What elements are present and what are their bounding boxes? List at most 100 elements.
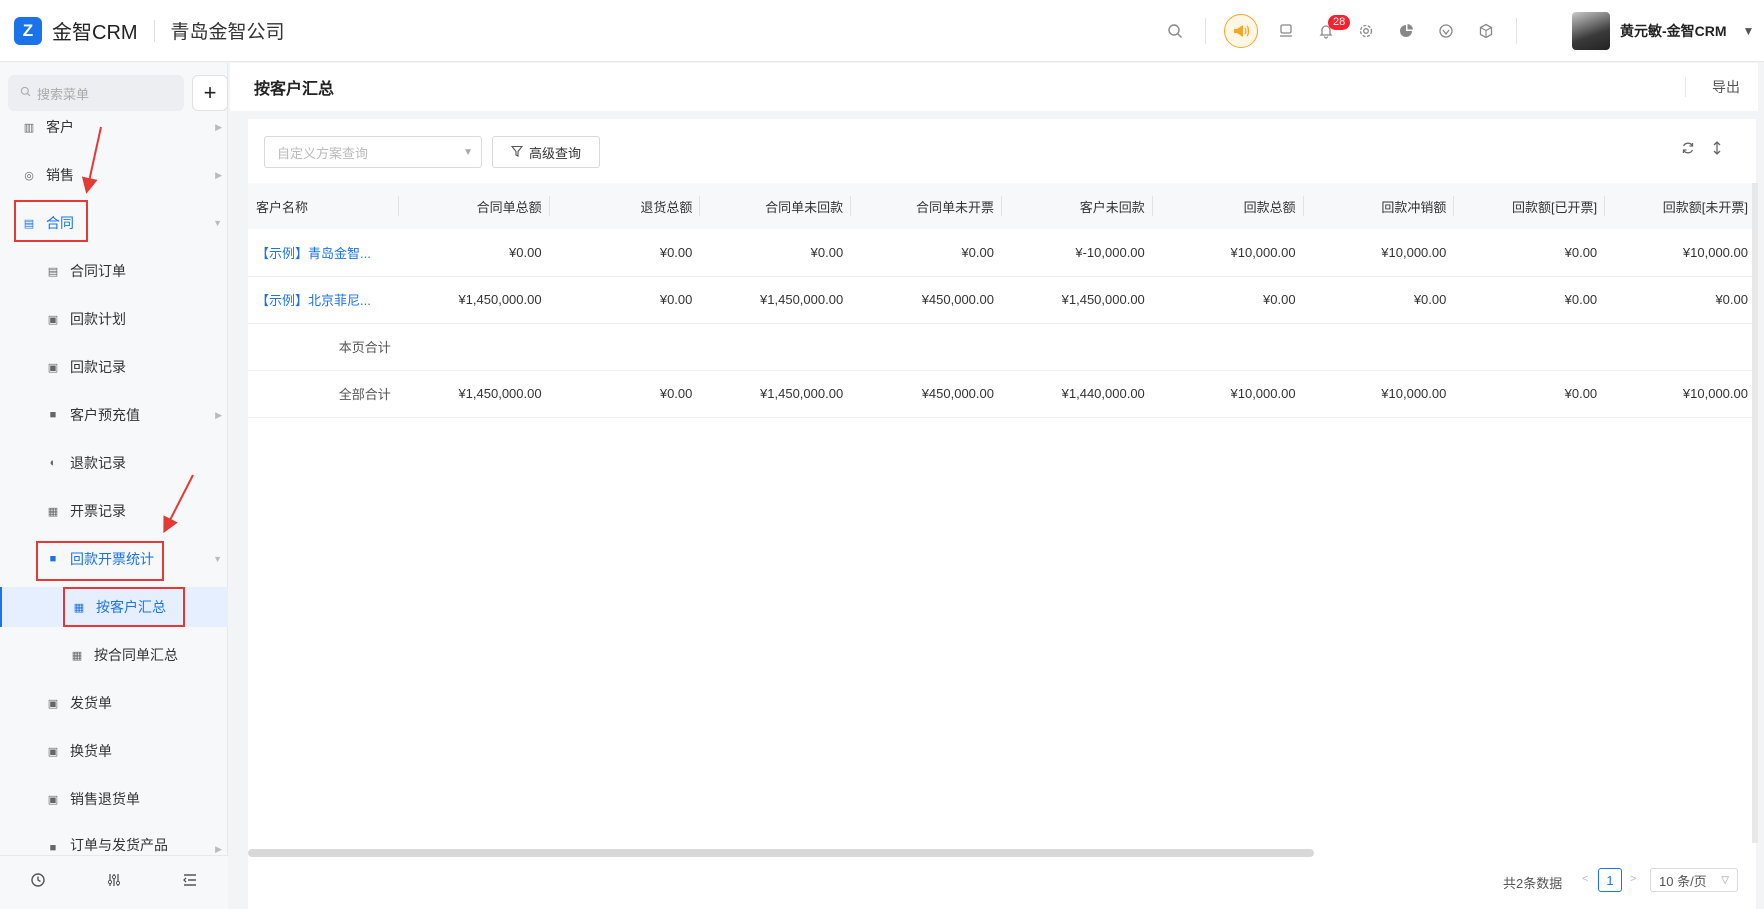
total-cell: ¥1,450,000.00 <box>398 370 550 418</box>
sliders-icon[interactable] <box>106 872 122 893</box>
total-cell: ¥10,000.00 <box>1303 370 1455 418</box>
advanced-search-button[interactable]: 高级查询 <box>492 136 600 168</box>
chevron-down-icon: ▽ <box>1721 874 1729 886</box>
total-cell: ¥1,440,000.00 <box>1001 370 1153 418</box>
column-header[interactable]: 客户名称 <box>248 183 399 229</box>
icon-divider <box>1205 18 1206 44</box>
sidebar-item-exchange[interactable]: ▣ 换货单 <box>0 731 228 771</box>
sidebar-item-label: 按合同单汇总 <box>94 647 178 663</box>
sidebar-item-prepaid[interactable]: ■ 客户预充值 ▶ <box>0 395 228 435</box>
table-cell: ¥0.00 <box>700 229 852 277</box>
menu-search-input[interactable]: 搜索菜单 <box>8 75 184 111</box>
box-icon: ▣ <box>47 793 59 806</box>
sidebar-item-sales[interactable]: ◎ 销售 ▶ <box>0 155 228 195</box>
receipt-icon: ▦ <box>47 505 59 518</box>
avatar[interactable] <box>1572 12 1610 50</box>
document-icon: ▤ <box>47 265 59 278</box>
table-cell: ¥0.00 <box>549 229 701 277</box>
column-header[interactable]: 回款冲销额 <box>1303 183 1455 229</box>
column-header[interactable]: 合同单总额 <box>398 183 550 229</box>
sidebar-item-invoice[interactable]: ▦ 开票记录 <box>0 491 228 531</box>
scheme-select[interactable]: 自定义方案查询 ▼ <box>264 136 482 168</box>
export-button[interactable]: 导出 <box>1685 77 1740 97</box>
page-total-row: 本页合计 <box>248 323 1756 371</box>
broadcast-icon[interactable] <box>1224 14 1258 48</box>
total-count: 共2条数据 <box>1503 876 1563 891</box>
column-header[interactable]: 合同单未开票 <box>851 183 1002 229</box>
search-icon <box>20 86 31 100</box>
title-divider <box>153 19 155 42</box>
sidebar-item-label: 合同订单 <box>70 263 126 279</box>
filter-toolbar: 自定义方案查询 ▼ 高级查询 <box>248 119 1756 183</box>
sidebar-item-label: 回款计划 <box>70 311 126 327</box>
caret-down-icon: ▼ <box>463 146 473 158</box>
page-number-button[interactable]: 1 <box>1598 868 1622 892</box>
column-header[interactable]: 退货总额 <box>549 183 701 229</box>
company-name: 青岛金智公司 <box>170 22 285 43</box>
history-icon[interactable] <box>30 872 46 893</box>
total-cell: ¥10,000.00 <box>1605 370 1756 418</box>
sidebar-item-refund[interactable]: ◐ 退款记录 <box>0 443 228 483</box>
table-cell: ¥0.00 <box>1303 276 1455 324</box>
next-page-icon[interactable]: > <box>1630 873 1636 885</box>
coin-icon: ◎ <box>24 169 34 182</box>
sidebar-item-by-contract[interactable]: ▦ 按合同单汇总 <box>0 635 228 675</box>
approval-icon[interactable] <box>1266 11 1306 51</box>
column-header[interactable]: 回款额[未开票] <box>1605 183 1756 229</box>
sidebar-item-delivery[interactable]: ▣ 发货单 <box>0 683 228 723</box>
shield-icon[interactable] <box>1426 11 1466 51</box>
annotation-box-contract <box>14 200 88 242</box>
page-header: 按客户汇总 导出 <box>230 63 1758 111</box>
user-menu[interactable]: 黄元敏-金智CRM ▼ <box>1572 12 1754 50</box>
all-total-row: 全部合计 ¥1,450,000.00 ¥0.00 ¥1,450,000.00 ¥… <box>248 370 1756 418</box>
wallet-icon: ▣ <box>47 361 59 374</box>
table-cell: ¥1,450,000.00 <box>398 276 550 324</box>
page-size-select[interactable]: 10 条/页 ▽ <box>1650 868 1738 892</box>
table-cell: ¥1,450,000.00 <box>700 276 852 324</box>
cube-icon[interactable] <box>1466 11 1506 51</box>
sidebar-item-label: 订单与发货产品 <box>70 837 168 853</box>
column-header[interactable]: 客户未回款 <box>1001 183 1153 229</box>
user-name[interactable]: 黄元敏-金智CRM <box>1620 21 1727 41</box>
customer-name-link[interactable]: 【示例】北京菲尼... <box>248 276 399 324</box>
sidebar-item-label: 客户 <box>46 119 74 135</box>
horizontal-scrollbar[interactable] <box>248 849 1314 857</box>
sidebar-item-sales-return[interactable]: ▣ 销售退货单 <box>0 779 228 819</box>
table-cell: ¥450,000.00 <box>851 276 1002 324</box>
building-icon: ▥ <box>23 121 35 134</box>
sidebar-item-label: 销售 <box>46 167 74 183</box>
sidebar-item-customer[interactable]: ▥ 客户 ▶ <box>0 108 228 146</box>
table-cell: ¥1,450,000.00 <box>1001 276 1153 324</box>
gear-icon[interactable] <box>1346 11 1386 51</box>
app-title[interactable]: 金智CRM <box>52 16 138 45</box>
sidebar: 搜索菜单 + ▥ 客户 ▶ ◎ 销售 ▶ ▤ 合同 ▼ ▤ 合同订单 ▣ 回款计… <box>0 63 228 909</box>
table-row: 【示例】北京菲尼... ¥1,450,000.00 ¥0.00 ¥1,450,0… <box>248 276 1756 324</box>
total-cell: ¥10,000.00 <box>1152 370 1304 418</box>
table-header-row: 客户名称 合同单总额 退货总额 合同单未回款 合同单未开票 客户未回款 回款总额… <box>248 183 1756 229</box>
row-height-icon[interactable] <box>1712 141 1722 158</box>
customer-name-link[interactable]: 【示例】青岛金智... <box>248 229 399 277</box>
refresh-icon[interactable] <box>1681 141 1695 158</box>
column-header[interactable]: 回款额[已开票] <box>1454 183 1606 229</box>
app-logo[interactable]: Z <box>14 16 42 45</box>
bell-icon[interactable]: 28 <box>1306 11 1351 51</box>
wallet-icon: ▣ <box>47 313 59 326</box>
total-cell: ¥450,000.00 <box>851 370 1002 418</box>
chevron-down-icon: ▼ <box>213 218 222 228</box>
folder-icon: ■ <box>49 842 57 854</box>
table-cell: ¥0.00 <box>851 229 1002 277</box>
search-icon[interactable] <box>1155 11 1195 51</box>
add-menu-button[interactable]: + <box>192 75 228 111</box>
column-header[interactable]: 合同单未回款 <box>700 183 852 229</box>
prev-page-icon[interactable]: < <box>1582 873 1588 885</box>
sidebar-item-label: 发货单 <box>70 695 112 711</box>
collapse-menu-icon[interactable] <box>182 872 198 893</box>
sidebar-item-contract-order[interactable]: ▤ 合同订单 <box>0 251 228 291</box>
sidebar-item-payment-plan[interactable]: ▣ 回款计划 <box>0 299 228 339</box>
sidebar-item-payment-record[interactable]: ▣ 回款记录 <box>0 347 228 387</box>
sidebar-item-order-products[interactable]: ■ 订单与发货产品 ▶ <box>0 827 228 855</box>
pie-chart-icon[interactable] <box>1386 11 1426 51</box>
column-header[interactable]: 回款总额 <box>1152 183 1304 229</box>
chevron-down-icon[interactable]: ▼ <box>1743 24 1755 38</box>
vertical-scrollbar[interactable] <box>1752 183 1758 843</box>
